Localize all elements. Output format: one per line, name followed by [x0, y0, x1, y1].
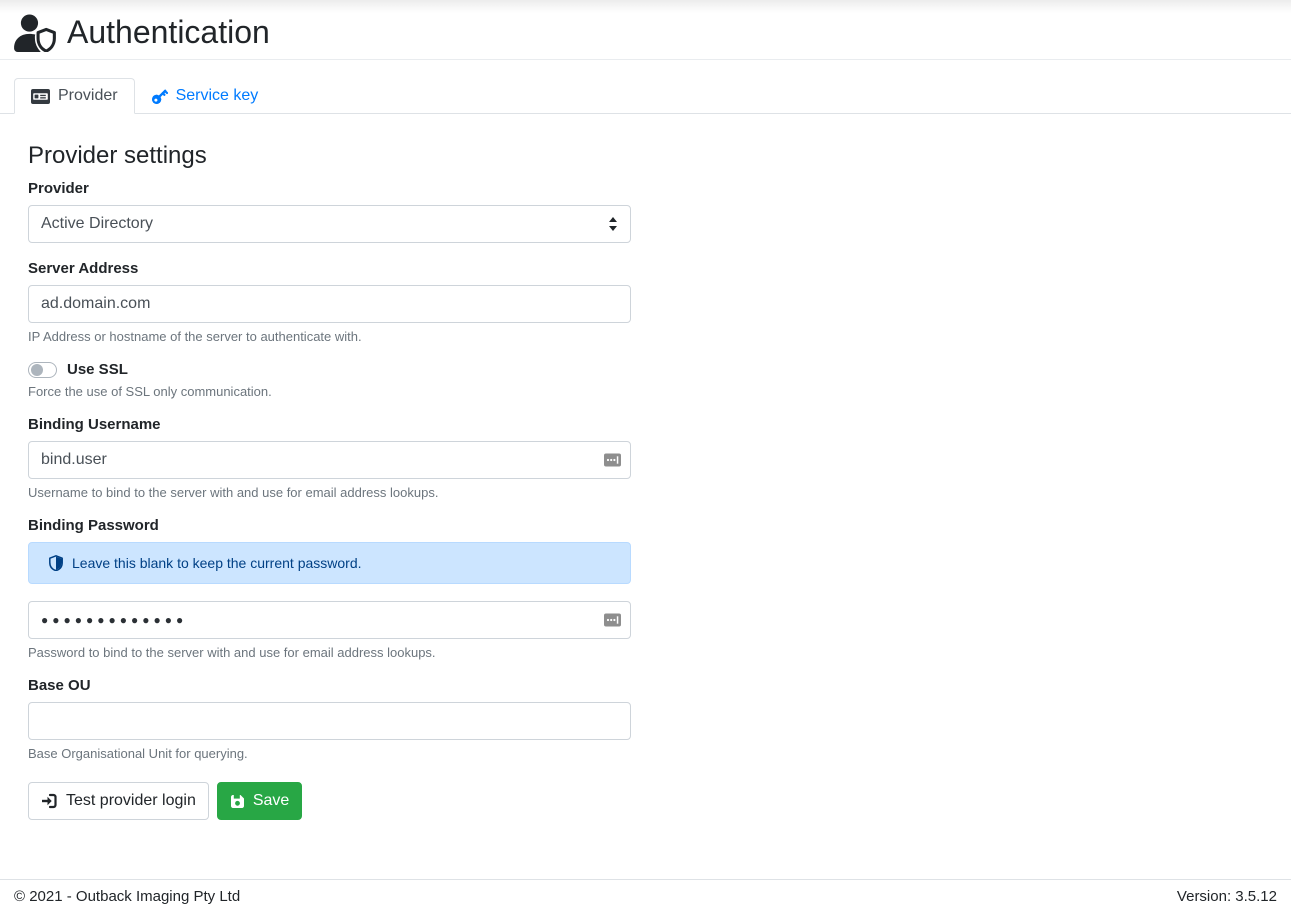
- password-manager-icon[interactable]: [604, 454, 621, 467]
- user-shield-icon: [12, 14, 56, 52]
- page-footer: © 2021 - Outback Imaging Pty Ltd Version…: [0, 879, 1291, 915]
- binding-password-group: Binding Password Leave this blank to kee…: [28, 517, 631, 660]
- provider-select-value: Active Directory: [41, 215, 153, 233]
- binding-username-help: Username to bind to the server with and …: [28, 485, 631, 500]
- tab-bar: Provider Service key: [0, 60, 1291, 114]
- use-ssl-help: Force the use of SSL only communication.: [28, 384, 631, 399]
- sign-in-icon: [41, 793, 58, 809]
- use-ssl-toggle[interactable]: [28, 362, 57, 378]
- tab-service-key-label: Service key: [176, 87, 259, 105]
- save-button[interactable]: Save: [217, 782, 302, 820]
- binding-username-group: Binding Username Username to bind to the…: [28, 416, 631, 500]
- provider-settings-panel: Provider settings Provider Active Direct…: [0, 114, 1291, 820]
- save-icon: [230, 794, 245, 809]
- shield-icon: [49, 555, 63, 571]
- form-actions: Test provider login Save: [28, 782, 1263, 820]
- server-address-group: Server Address IP Address or hostname of…: [28, 260, 631, 344]
- base-ou-label: Base OU: [28, 677, 631, 694]
- select-arrows-icon: [608, 217, 618, 231]
- copyright-text: © 2021 - Outback Imaging Pty Ltd: [14, 888, 240, 905]
- page-header: Authentication: [0, 0, 1291, 60]
- save-button-label: Save: [253, 792, 289, 810]
- tab-provider[interactable]: Provider: [14, 78, 135, 114]
- binding-password-label: Binding Password: [28, 517, 631, 534]
- password-alert-text: Leave this blank to keep the current pas…: [72, 555, 362, 571]
- password-info-alert: Leave this blank to keep the current pas…: [28, 542, 631, 584]
- binding-username-label: Binding Username: [28, 416, 631, 433]
- password-manager-icon[interactable]: [604, 614, 621, 627]
- page-title: Authentication: [67, 14, 270, 51]
- provider-label: Provider: [28, 180, 631, 197]
- base-ou-help: Base Organisational Unit for querying.: [28, 746, 631, 761]
- section-heading: Provider settings: [28, 142, 1263, 170]
- binding-password-input[interactable]: ●●●●●●●●●●●●●: [28, 601, 631, 639]
- toggle-knob: [31, 364, 43, 376]
- base-ou-group: Base OU Base Organisational Unit for que…: [28, 677, 631, 761]
- use-ssl-group: Use SSL Force the use of SSL only commun…: [28, 361, 631, 399]
- server-address-input[interactable]: [28, 285, 631, 323]
- key-icon: [152, 88, 168, 104]
- server-address-label: Server Address: [28, 260, 631, 277]
- version-text: Version: 3.5.12: [1177, 888, 1277, 905]
- test-provider-login-button[interactable]: Test provider login: [28, 782, 209, 820]
- tab-service-key[interactable]: Service key: [135, 78, 276, 114]
- tab-provider-label: Provider: [58, 87, 118, 105]
- base-ou-input[interactable]: [28, 702, 631, 740]
- provider-field-group: Provider Active Directory: [28, 180, 631, 243]
- binding-username-input[interactable]: [28, 441, 631, 479]
- test-provider-login-label: Test provider login: [66, 792, 196, 810]
- provider-select[interactable]: Active Directory: [28, 205, 631, 243]
- id-card-icon: [31, 89, 50, 104]
- password-masked-value: ●●●●●●●●●●●●●: [41, 613, 187, 627]
- use-ssl-label: Use SSL: [67, 361, 128, 378]
- server-address-help: IP Address or hostname of the server to …: [28, 329, 631, 344]
- binding-password-help: Password to bind to the server with and …: [28, 645, 631, 660]
